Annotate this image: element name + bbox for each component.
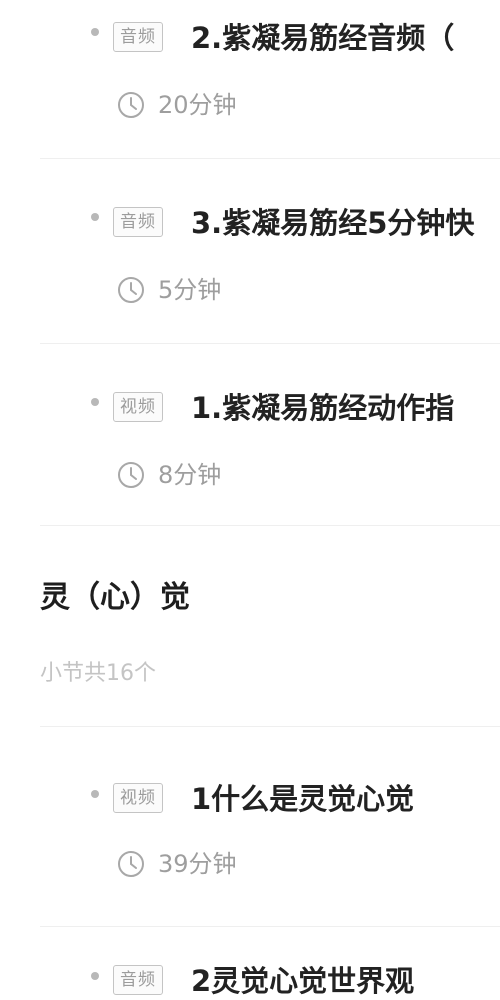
lesson-type-tag: 视频	[113, 392, 163, 422]
chapter-title[interactable]: 灵（心）觉	[40, 578, 190, 618]
lesson-title[interactable]: 1.紫凝易筋经动作指	[191, 390, 454, 426]
lesson-title[interactable]: 3.紫凝易筋经5分钟快	[191, 205, 474, 241]
bullet-dot-icon	[91, 28, 99, 36]
bullet-dot-icon	[91, 213, 99, 221]
lesson-title[interactable]: 2灵觉心觉世界观	[191, 963, 414, 999]
divider	[40, 343, 500, 344]
lesson-item-3[interactable]: 视频 1.紫凝易筋经动作指 8分钟	[0, 370, 500, 530]
chapter-section-count: 小节共16个	[40, 661, 156, 686]
lesson-duration: 5分钟	[158, 276, 222, 304]
divider	[40, 926, 500, 927]
bullet-dot-icon	[91, 790, 99, 798]
clock-icon	[118, 277, 144, 303]
lesson-type-tag: 音频	[113, 207, 163, 237]
lesson-item-2[interactable]: 音频 3.紫凝易筋经5分钟快 5分钟	[0, 185, 500, 345]
divider	[40, 525, 500, 526]
lesson-item-5[interactable]: 音频 2灵觉心觉世界观	[0, 950, 500, 1000]
bullet-dot-icon	[91, 972, 99, 980]
lesson-duration: 20分钟	[158, 91, 237, 119]
lesson-duration: 8分钟	[158, 461, 222, 489]
lesson-title[interactable]: 2.紫凝易筋经音频（	[191, 20, 454, 56]
divider	[40, 158, 500, 159]
lesson-duration: 39分钟	[158, 850, 237, 878]
lesson-type-tag: 音频	[113, 22, 163, 52]
clock-icon	[118, 462, 144, 488]
lesson-item-4[interactable]: 视频 1什么是灵觉心觉 39分钟	[0, 768, 500, 928]
lesson-title[interactable]: 1什么是灵觉心觉	[191, 781, 414, 817]
clock-icon	[118, 851, 144, 877]
divider	[40, 726, 500, 727]
lesson-item-1[interactable]: 音频 2.紫凝易筋经音频（ 20分钟	[0, 0, 500, 160]
lesson-type-tag: 音频	[113, 965, 163, 995]
lesson-type-tag: 视频	[113, 783, 163, 813]
clock-icon	[118, 92, 144, 118]
bullet-dot-icon	[91, 398, 99, 406]
